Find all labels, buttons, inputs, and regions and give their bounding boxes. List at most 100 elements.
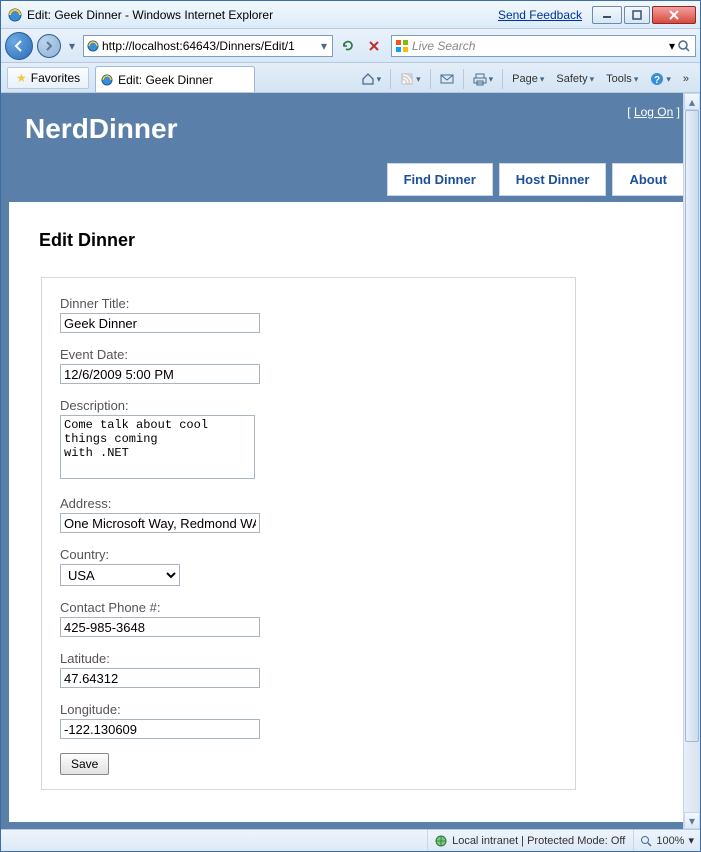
divider <box>463 69 464 89</box>
field-title: Dinner Title: <box>60 296 557 333</box>
ie-icon <box>7 7 23 23</box>
chevron-right-icon: » <box>683 73 689 85</box>
close-button[interactable] <box>652 6 696 24</box>
field-latitude: Latitude: <box>60 651 557 688</box>
safety-menu[interactable]: Safety▾ <box>551 70 599 88</box>
input-address[interactable] <box>60 513 260 533</box>
chevron-down-icon: ▾ <box>416 74 421 85</box>
nav-about[interactable]: About <box>612 163 684 196</box>
page-body: NerdDinner [ Log On ] Find Dinner Host D… <box>1 93 700 829</box>
globe-icon <box>434 834 448 848</box>
login-area: [ Log On ] <box>627 105 680 119</box>
divider <box>430 69 431 89</box>
refresh-button[interactable] <box>337 35 359 57</box>
home-icon <box>361 72 375 86</box>
star-icon: ★ <box>16 71 27 85</box>
security-zone[interactable]: Local intranet | Protected Mode: Off <box>427 830 625 851</box>
browser-tab[interactable]: Edit: Geek Dinner <box>95 66 255 92</box>
help-icon: ? <box>650 72 664 86</box>
save-button[interactable]: Save <box>60 753 109 775</box>
url-text: http://localhost:64643/Dinners/Edit/1 <box>102 39 318 53</box>
label-country: Country: <box>60 547 557 562</box>
window-title: Edit: Geek Dinner - Windows Internet Exp… <box>27 8 273 22</box>
address-bar[interactable]: http://localhost:64643/Dinners/Edit/1 ▾ <box>83 35 333 57</box>
maximize-button[interactable] <box>624 6 650 24</box>
vertical-scrollbar[interactable]: ▴ ▾ <box>683 93 700 829</box>
status-bar: Local intranet | Protected Mode: Off 100… <box>1 829 700 851</box>
home-button[interactable]: ▾ <box>356 69 387 89</box>
print-icon <box>473 72 487 86</box>
label-address: Address: <box>60 496 557 511</box>
forward-button[interactable] <box>37 34 61 58</box>
nav-history-dropdown[interactable]: ▾ <box>65 34 79 58</box>
divider <box>502 69 503 89</box>
input-phone[interactable] <box>60 617 260 637</box>
minimize-button[interactable] <box>592 6 622 24</box>
send-feedback-link[interactable]: Send Feedback <box>498 8 582 22</box>
field-date: Event Date: <box>60 347 557 384</box>
site-header: NerdDinner [ Log On ] <box>9 99 692 163</box>
chevron-down-icon: ▾ <box>377 74 382 85</box>
print-button[interactable]: ▾ <box>468 69 499 89</box>
field-phone: Contact Phone #: <box>60 600 557 637</box>
rss-icon <box>400 72 414 86</box>
feeds-button[interactable]: ▾ <box>395 69 426 89</box>
select-country[interactable]: USA <box>60 564 180 586</box>
field-address: Address: <box>60 496 557 533</box>
titlebar: Edit: Geek Dinner - Windows Internet Exp… <box>1 1 700 29</box>
input-title[interactable] <box>60 313 260 333</box>
edit-dinner-form: Dinner Title: Event Date: Description: C… <box>41 277 576 790</box>
chevron-down-icon: ▾ <box>688 834 694 847</box>
divider <box>390 69 391 89</box>
help-button[interactable]: ? ▾ <box>645 69 676 89</box>
nav-toolbar: ▾ http://localhost:64643/Dinners/Edit/1 … <box>1 29 700 63</box>
scroll-down-icon[interactable]: ▾ <box>684 812 700 829</box>
back-button[interactable] <box>5 32 33 60</box>
site-logo[interactable]: NerdDinner <box>25 113 177 145</box>
tab-row: ★ Favorites Edit: Geek Dinner ▾ ▾ <box>1 63 700 93</box>
tab-title: Edit: Geek Dinner <box>118 73 213 87</box>
scroll-thumb[interactable] <box>685 110 699 742</box>
chevron-down-icon: ▾ <box>540 74 545 85</box>
input-latitude[interactable] <box>60 668 260 688</box>
zoom-text: 100% <box>656 835 684 847</box>
scroll-track[interactable] <box>684 110 700 812</box>
window-controls <box>592 6 696 24</box>
input-longitude[interactable] <box>60 719 260 739</box>
expand-toolbar[interactable]: » <box>678 70 694 88</box>
page-icon <box>86 39 100 53</box>
label-title: Dinner Title: <box>60 296 557 311</box>
logon-link[interactable]: Log On <box>634 105 673 119</box>
mail-button[interactable] <box>435 69 459 89</box>
search-box[interactable]: Live Search ▾ <box>391 35 696 57</box>
nav-find-dinner[interactable]: Find Dinner <box>387 163 493 196</box>
chevron-down-icon: ▾ <box>666 74 671 85</box>
chevron-down-icon: ▾ <box>590 74 595 85</box>
input-description[interactable]: Come talk about cool things coming with … <box>60 415 255 479</box>
label-description: Description: <box>60 398 557 413</box>
search-placeholder: Live Search <box>412 39 669 53</box>
address-dropdown-icon[interactable]: ▾ <box>318 39 330 53</box>
favorites-button[interactable]: ★ Favorites <box>7 67 89 89</box>
label-latitude: Latitude: <box>60 651 557 666</box>
tools-menu-label: Tools <box>606 73 632 85</box>
field-longitude: Longitude: <box>60 702 557 739</box>
scroll-up-icon[interactable]: ▴ <box>684 93 700 110</box>
field-description: Description: Come talk about cool things… <box>60 398 557 482</box>
nav-host-dinner[interactable]: Host Dinner <box>499 163 607 196</box>
site-nav: Find Dinner Host Dinner About <box>9 163 692 196</box>
label-phone: Contact Phone #: <box>60 600 557 615</box>
content-area: NerdDinner [ Log On ] Find Dinner Host D… <box>1 93 700 851</box>
mail-icon <box>440 72 454 86</box>
ie-window: Edit: Geek Dinner - Windows Internet Exp… <box>0 0 701 852</box>
tools-menu[interactable]: Tools▾ <box>601 70 643 88</box>
zoom-icon <box>640 835 652 847</box>
zoom-control[interactable]: 100% ▾ <box>633 830 694 851</box>
stop-button[interactable] <box>363 35 385 57</box>
search-go-icon[interactable] <box>675 35 693 57</box>
page-heading: Edit Dinner <box>39 230 662 251</box>
label-longitude: Longitude: <box>60 702 557 717</box>
page-menu[interactable]: Page▾ <box>507 70 549 88</box>
input-date[interactable] <box>60 364 260 384</box>
tab-page-icon <box>100 73 114 87</box>
